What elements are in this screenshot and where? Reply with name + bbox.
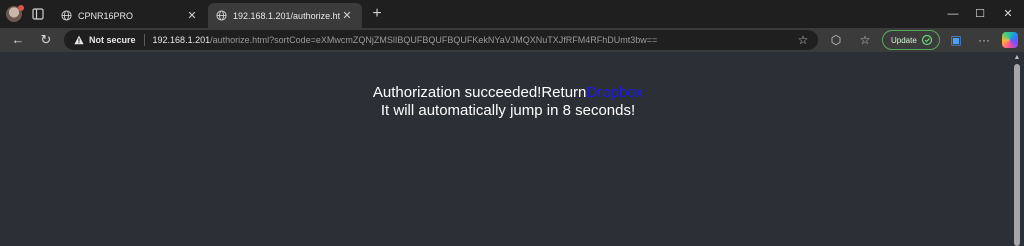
warning-icon [74,35,84,45]
message-line-1: Authorization succeeded!ReturnDropbox [0,84,1016,102]
url-host: 192.168.1.201 [152,35,211,45]
url-path: /authorize.html?sortCode=eXMwcmZQNjZMSlI… [210,35,658,45]
reload-button[interactable]: ↻ [38,32,54,48]
back-button[interactable]: ← [10,32,26,48]
update-label: Update [891,35,917,45]
split-screen-icon[interactable]: ▣ [948,32,964,48]
more-menu-button[interactable]: ··· [976,32,992,48]
update-icon [921,34,933,46]
globe-icon [216,10,227,21]
scroll-up-arrow-icon[interactable]: ▲ [1012,54,1022,62]
new-tab-button[interactable]: + [369,6,385,22]
tab-authorize[interactable]: 192.168.1.201/authorize.html?sortCode ✕ [208,3,362,28]
minimize-button[interactable]: — [945,6,961,22]
countdown-text: It will automatically jump in 8 seconds! [380,102,636,119]
close-icon[interactable]: ✕ [185,9,199,22]
authorization-message: Authorization succeeded!ReturnDropbox It… [0,84,1016,120]
address-separator [143,34,145,46]
favorites-icon[interactable]: ☆ [857,32,873,48]
page-viewport: Authorization succeeded!ReturnDropbox It… [0,52,1010,246]
update-button[interactable]: Update [882,30,940,50]
tab-cpnr16pro[interactable]: CPNR16PRO ✕ [53,3,207,28]
tab-strip: CPNR16PRO ✕ 192.168.1.201/authorize.html… [0,0,1024,28]
tab-title: CPNR16PRO [78,10,134,21]
browser-window: CPNR16PRO ✕ 192.168.1.201/authorize.html… [0,0,1024,246]
close-icon[interactable]: ✕ [340,9,354,22]
browser-essentials-icon[interactable]: ⬡ [828,32,844,48]
globe-icon [61,10,72,21]
tab-actions-icon[interactable] [32,8,44,20]
window-close-button[interactable]: ✕ [1000,6,1016,22]
toolbar: ← ↻ Not secure 192.168.1.201/authorize.h… [0,28,1024,52]
security-indicator[interactable]: Not secure [89,35,136,45]
maximize-button[interactable]: ☐ [972,6,988,22]
favorite-star-icon[interactable]: ☆ [796,33,810,47]
success-text: Authorization succeeded!Return [372,84,587,101]
dropbox-link[interactable]: Dropbox [586,84,643,101]
scrollbar-thumb[interactable] [1014,64,1020,246]
address-bar[interactable]: Not secure 192.168.1.201/authorize.html?… [64,30,818,50]
tab-title: 192.168.1.201/authorize.html?sortCode [233,10,340,21]
copilot-icon[interactable] [1002,32,1018,48]
profile-notification-dot [18,5,24,11]
